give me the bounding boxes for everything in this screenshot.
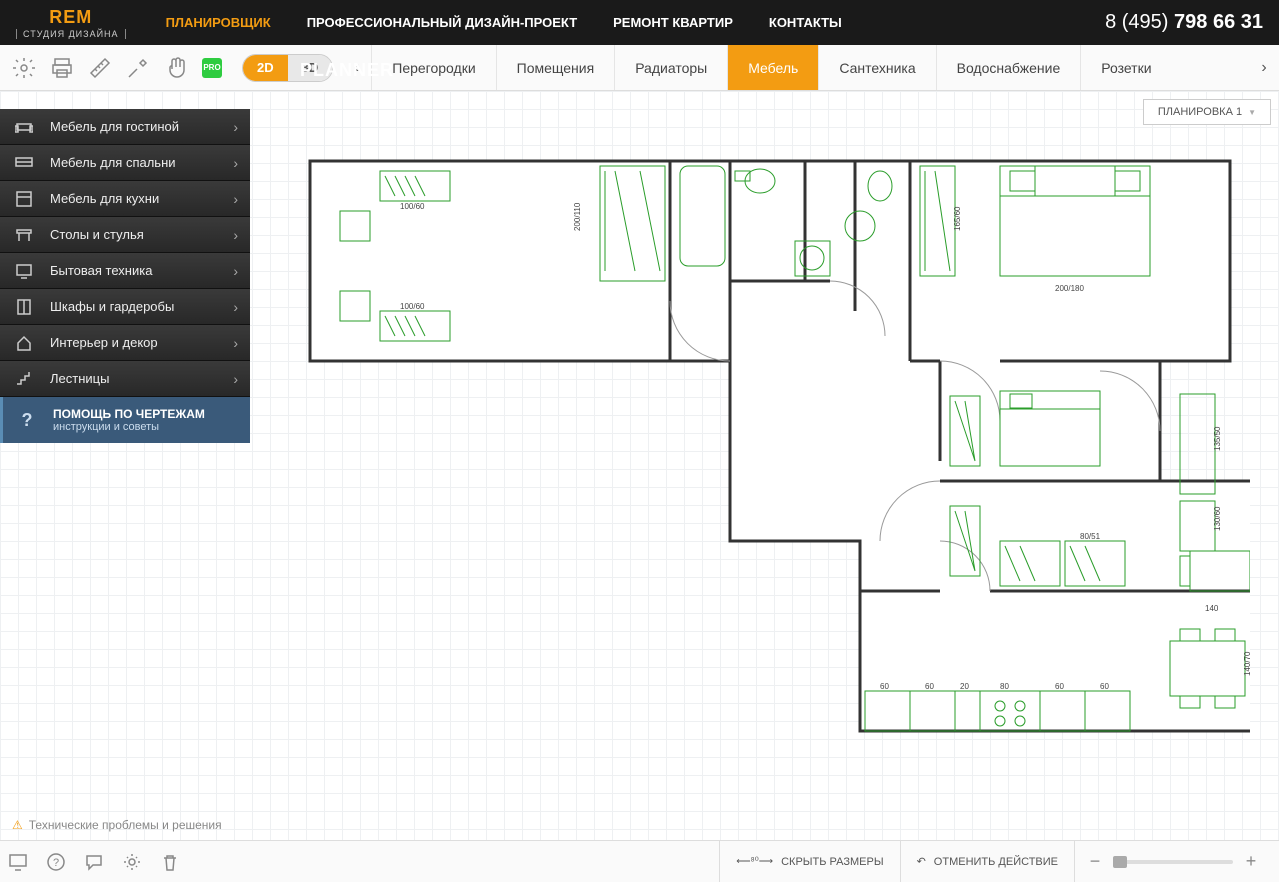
question-icon: ? — [15, 410, 39, 431]
undo-button[interactable]: ↶ ОТМЕНИТЬ ДЕЙСТВИЕ — [900, 841, 1074, 882]
svg-text:60: 60 — [1055, 682, 1064, 691]
bottom-bar: ? ⟵⁸⁰⟶ СКРЫТЬ РАЗМЕРЫ ↶ ОТМЕНИТЬ ДЕЙСТВИ… — [0, 840, 1279, 882]
chevron-right-icon: › — [233, 119, 238, 135]
bed-icon — [12, 154, 36, 172]
gear-icon[interactable] — [122, 852, 142, 872]
chevron-right-icon: › — [233, 299, 238, 315]
chevron-right-icon: › — [233, 227, 238, 243]
print-icon[interactable] — [50, 56, 74, 80]
layout-selector[interactable]: ПЛАНИРОВКА 1 — [1143, 99, 1271, 125]
svg-text:80/51: 80/51 — [1080, 532, 1101, 541]
svg-text:130/60: 130/60 — [1213, 506, 1222, 531]
sidebar-item-stairs[interactable]: Лестницы› — [0, 361, 250, 397]
zoom-in-icon[interactable]: + — [1243, 851, 1259, 872]
screen-icon[interactable] — [8, 852, 28, 872]
ruler-icon[interactable] — [88, 56, 112, 80]
sidebar-item-tables[interactable]: Столы и стулья› — [0, 217, 250, 253]
svg-text:165/60: 165/60 — [953, 206, 962, 231]
help-icon[interactable]: ? — [46, 852, 66, 872]
nav-contacts[interactable]: КОНТАКТЫ — [769, 15, 842, 30]
svg-text:135/50: 135/50 — [1213, 426, 1222, 451]
table-icon — [12, 226, 36, 244]
canvas[interactable]: ПЛАНИРОВКА 1 Мебель для гостиной› Мебель… — [0, 91, 1279, 840]
sidebar-item-bedroom[interactable]: Мебель для спальни› — [0, 145, 250, 181]
nav-repair[interactable]: РЕМОНТ КВАРТИР — [613, 15, 733, 30]
tools-icon[interactable] — [126, 56, 150, 80]
view-2d[interactable]: 2D — [243, 55, 288, 81]
sofa-icon — [12, 118, 36, 136]
kitchen-icon — [12, 190, 36, 208]
chevron-right-icon: › — [233, 335, 238, 351]
svg-text:60: 60 — [925, 682, 934, 691]
logo-rem: REM — [49, 7, 92, 27]
tool-icons: PRO — [0, 56, 234, 80]
svg-text:140/70: 140/70 — [1243, 651, 1250, 676]
wardrobe-icon — [12, 298, 36, 316]
tabs-next-icon[interactable]: › — [1249, 59, 1279, 77]
dimension-icon: ⟵⁸⁰⟶ — [736, 856, 773, 867]
nav-design[interactable]: ПРОФЕССИОНАЛЬНЫЙ ДИЗАЙН-ПРОЕКТ — [307, 15, 577, 30]
trash-icon[interactable] — [160, 852, 180, 872]
home-icon — [12, 334, 36, 352]
tv-icon — [12, 262, 36, 280]
help-title: ПОМОЩЬ ПО ЧЕРТЕЖАМ — [53, 407, 205, 421]
svg-text:60: 60 — [1100, 682, 1109, 691]
nav-planner[interactable]: ПЛАНИРОВЩИК — [166, 15, 271, 30]
logo-subtitle: СТУДИЯ ДИЗАЙНА — [16, 29, 126, 39]
furniture-sidebar: Мебель для гостиной› Мебель для спальни›… — [0, 109, 250, 443]
chevron-right-icon: › — [233, 155, 238, 171]
zoom-control: − + — [1074, 841, 1271, 882]
svg-text:100/60: 100/60 — [400, 302, 425, 311]
svg-text:80: 80 — [1000, 682, 1009, 691]
stairs-icon — [12, 370, 36, 388]
zoom-slider[interactable] — [1113, 860, 1233, 864]
hide-dimensions-button[interactable]: ⟵⁸⁰⟶ СКРЫТЬ РАЗМЕРЫ — [719, 841, 899, 882]
svg-text:200/110: 200/110 — [573, 202, 582, 231]
svg-text:100/60: 100/60 — [400, 202, 425, 211]
pro-badge[interactable]: PRO — [202, 58, 222, 78]
sidebar-item-appliances[interactable]: Бытовая техника› — [0, 253, 250, 289]
floor-plan[interactable]: 100/60 100/60 200/110 200/180 165/60 — [300, 151, 1250, 771]
undo-icon: ↶ — [917, 855, 926, 868]
warning-icon: ⚠ — [12, 818, 23, 832]
svg-text:200/180: 200/180 — [1055, 284, 1084, 293]
chevron-right-icon: › — [233, 263, 238, 279]
tech-issues-link[interactable]: ⚠ Технические проблемы и решения — [12, 818, 222, 832]
hand-icon[interactable] — [164, 56, 188, 80]
settings-icon[interactable] — [12, 56, 36, 80]
sidebar-item-wardrobes[interactable]: Шкафы и гардеробы› — [0, 289, 250, 325]
zoom-out-icon[interactable]: − — [1087, 851, 1103, 872]
sidebar-item-kitchen[interactable]: Мебель для кухни› — [0, 181, 250, 217]
chevron-right-icon: › — [233, 371, 238, 387]
logo[interactable]: REMPLANNER СТУДИЯ ДИЗАЙНА — [16, 7, 126, 39]
svg-text:?: ? — [53, 857, 59, 869]
phone-number: 8 (495) 798 66 31 — [1105, 11, 1263, 34]
top-nav: REMPLANNER СТУДИЯ ДИЗАЙНА ПЛАНИРОВЩИК ПР… — [0, 0, 1279, 45]
svg-text:20: 20 — [960, 682, 969, 691]
chevron-right-icon: › — [233, 191, 238, 207]
svg-text:60: 60 — [880, 682, 889, 691]
svg-text:140: 140 — [1205, 604, 1219, 613]
sidebar-item-living[interactable]: Мебель для гостиной› — [0, 109, 250, 145]
sidebar-help[interactable]: ? ПОМОЩЬ ПО ЧЕРТЕЖАМ инструкции и советы — [0, 397, 250, 443]
sidebar-item-decor[interactable]: Интерьер и декор› — [0, 325, 250, 361]
help-subtitle: инструкции и советы — [53, 421, 205, 433]
nav-links: ПЛАНИРОВЩИК ПРОФЕССИОНАЛЬНЫЙ ДИЗАЙН-ПРОЕ… — [166, 15, 842, 30]
chat-icon[interactable] — [84, 852, 104, 872]
